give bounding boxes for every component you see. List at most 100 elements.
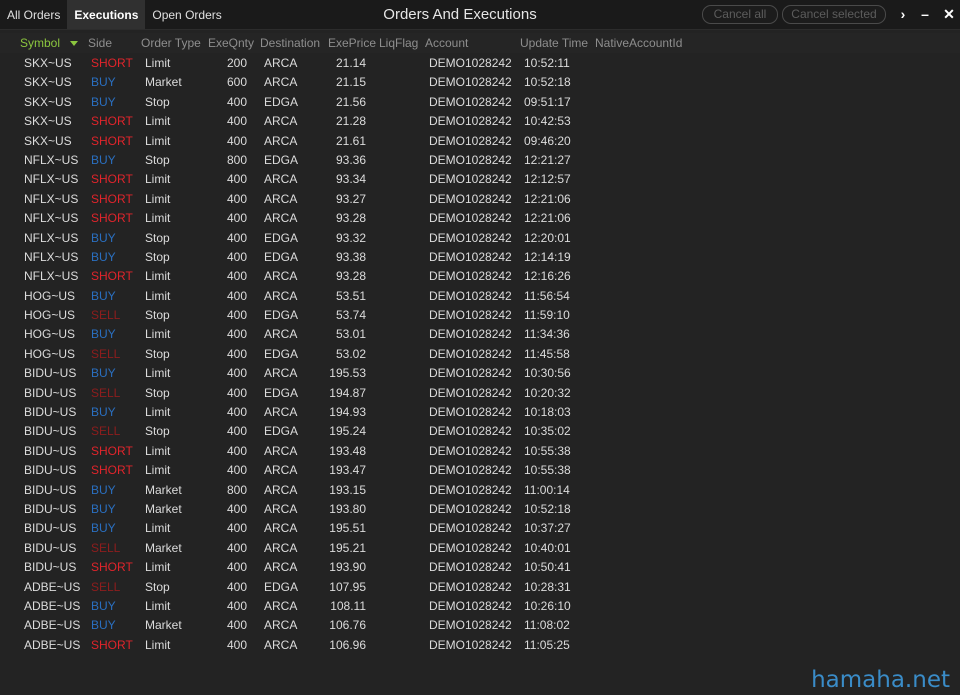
- table-row[interactable]: ADBE~US BUY Limit 400 ARCA 108.11 DEMO1028242 1…: [0, 597, 960, 616]
- cell-side: BUY: [91, 366, 116, 381]
- cell-symbol: NFLX~US: [24, 172, 79, 187]
- cell-side: BUY: [91, 482, 116, 497]
- cell-update-time: 12:16:26: [524, 269, 571, 284]
- column-header-native-account-id[interactable]: NativeAccountId: [595, 33, 682, 53]
- tab-executions[interactable]: Executions: [67, 0, 146, 29]
- table-row[interactable]: SKX~US BUY Market 600 ARCA 21.15 DEMO1028242 10…: [0, 73, 960, 92]
- table-row[interactable]: HOG~US SELL Stop 400 EDGA 53.02 DEMO1028242 11:…: [0, 345, 960, 364]
- table-row[interactable]: BIDU~US BUY Market 400 ARCA 193.80 DEMO1028242…: [0, 500, 960, 519]
- cancel-selected-button[interactable]: Cancel selected: [782, 5, 886, 24]
- cell-symbol: BIDU~US: [24, 405, 77, 420]
- column-header-account[interactable]: Account: [425, 33, 468, 53]
- cell-side: SHORT: [91, 443, 133, 458]
- tab-open-orders[interactable]: Open Orders: [145, 0, 228, 29]
- cell-liq-flag: [380, 287, 420, 306]
- cell-update-time: 09:46:20: [524, 133, 571, 148]
- cell-exe-qnty: 400: [226, 424, 247, 439]
- table-row[interactable]: SKX~US SHORT Limit 200 ARCA 21.14 DEMO1028242 1…: [0, 54, 960, 73]
- cell-exe-qnty: 400: [226, 443, 247, 458]
- cell-symbol: ADBE~US: [24, 637, 81, 652]
- column-header-side[interactable]: Side: [88, 33, 112, 53]
- cell-side: BUY: [91, 618, 116, 633]
- table-row[interactable]: NFLX~US SHORT Limit 400 ARCA 93.28 DEMO1028242…: [0, 267, 960, 286]
- column-header-exe-price[interactable]: ExePrice: [328, 33, 376, 53]
- table-row[interactable]: ADBE~US SELL Stop 400 EDGA 107.95 DEMO1028242 1…: [0, 578, 960, 597]
- table-row[interactable]: NFLX~US SHORT Limit 400 ARCA 93.34 DEMO1028242…: [0, 170, 960, 189]
- chevron-right-icon[interactable]: ›: [895, 4, 911, 24]
- cell-symbol: HOG~US: [24, 288, 76, 303]
- column-header-update-time[interactable]: Update Time: [520, 33, 588, 53]
- column-header-exe-qnty[interactable]: ExeQnty: [208, 33, 254, 53]
- column-header-liq-flag[interactable]: LiqFlag: [379, 33, 418, 53]
- table-row[interactable]: HOG~US BUY Limit 400 ARCA 53.01 DEMO1028242 11:…: [0, 325, 960, 344]
- cell-update-time: 10:42:53: [524, 114, 571, 129]
- cell-order-type: Limit: [145, 463, 171, 478]
- table-row[interactable]: BIDU~US BUY Limit 400 ARCA 195.53 DEMO1028242 1…: [0, 364, 960, 383]
- tab-all-orders[interactable]: All Orders: [0, 0, 67, 29]
- cell-symbol: SKX~US: [24, 94, 72, 109]
- cell-account: DEMO1028242: [429, 482, 512, 497]
- cell-order-type: Stop: [145, 230, 170, 245]
- cell-exe-price: 193.48: [329, 443, 366, 458]
- cell-symbol: BIDU~US: [24, 482, 77, 497]
- cell-exe-price: 53.74: [335, 308, 366, 323]
- cell-symbol: NFLX~US: [24, 269, 79, 284]
- cell-exe-qnty: 400: [226, 618, 247, 633]
- table-row[interactable]: NFLX~US BUY Stop 800 EDGA 93.36 DEMO1028242 12:…: [0, 151, 960, 170]
- table-row[interactable]: NFLX~US BUY Stop 400 EDGA 93.32 DEMO1028242 12:…: [0, 229, 960, 248]
- table-row[interactable]: BIDU~US BUY Market 800 ARCA 193.15 DEMO1028242…: [0, 481, 960, 500]
- table-row[interactable]: NFLX~US SHORT Limit 400 ARCA 93.28 DEMO1028242…: [0, 209, 960, 228]
- cell-exe-qnty: 400: [226, 191, 247, 206]
- cell-update-time: 11:56:54: [524, 288, 570, 303]
- cell-side: BUY: [91, 230, 116, 245]
- cell-exe-price: 195.21: [329, 540, 366, 555]
- cell-exe-price: 93.28: [335, 211, 366, 226]
- cancel-all-button[interactable]: Cancel all: [702, 5, 778, 24]
- table-row[interactable]: ADBE~US SHORT Limit 400 ARCA 106.96 DEMO102824…: [0, 636, 960, 655]
- close-icon[interactable]: ✕: [941, 4, 957, 24]
- cell-exe-price: 93.36: [335, 152, 366, 167]
- minimize-icon[interactable]: –: [917, 4, 933, 24]
- table-row[interactable]: NFLX~US SHORT Limit 400 ARCA 93.27 DEMO1028242…: [0, 190, 960, 209]
- column-header-symbol[interactable]: Symbol: [20, 33, 60, 53]
- cell-exe-price: 193.90: [329, 560, 366, 575]
- table-row[interactable]: BIDU~US SHORT Limit 400 ARCA 193.90 DEMO102824…: [0, 558, 960, 577]
- title-bar: All Orders Executions Open Orders Orders…: [0, 0, 960, 30]
- table-row[interactable]: BIDU~US SHORT Limit 400 ARCA 193.48 DEMO102824…: [0, 442, 960, 461]
- cell-side: SHORT: [91, 269, 133, 284]
- table-row[interactable]: SKX~US BUY Stop 400 EDGA 21.56 DEMO1028242 09:5…: [0, 93, 960, 112]
- table-row[interactable]: BIDU~US SELL Stop 400 EDGA 194.87 DEMO1028242 1…: [0, 384, 960, 403]
- column-header-destination[interactable]: Destination: [260, 33, 320, 53]
- table-row[interactable]: BIDU~US BUY Limit 400 ARCA 195.51 DEMO1028242 1…: [0, 519, 960, 538]
- cell-side: SHORT: [91, 172, 133, 187]
- cell-order-type: Stop: [145, 152, 170, 167]
- cell-liq-flag: [380, 306, 420, 325]
- table-row[interactable]: BIDU~US SELL Market 400 ARCA 195.21 DEMO102824…: [0, 539, 960, 558]
- cell-update-time: 10:28:31: [524, 579, 571, 594]
- cell-exe-price: 195.24: [329, 424, 366, 439]
- cell-order-type: Limit: [145, 133, 171, 148]
- cell-exe-qnty: 400: [226, 598, 247, 613]
- table-row[interactable]: HOG~US BUY Limit 400 ARCA 53.51 DEMO1028242 11:…: [0, 287, 960, 306]
- cell-update-time: 10:55:38: [524, 443, 571, 458]
- table-row[interactable]: BIDU~US SELL Stop 400 EDGA 195.24 DEMO1028242 1…: [0, 422, 960, 441]
- table-row[interactable]: HOG~US SELL Stop 400 EDGA 53.74 DEMO1028242 11:…: [0, 306, 960, 325]
- table-row[interactable]: BIDU~US BUY Limit 400 ARCA 194.93 DEMO1028242 1…: [0, 403, 960, 422]
- cell-account: DEMO1028242: [429, 405, 512, 420]
- table-row[interactable]: BIDU~US SHORT Limit 400 ARCA 193.47 DEMO102824…: [0, 461, 960, 480]
- table-row[interactable]: NFLX~US BUY Stop 400 EDGA 93.38 DEMO1028242 12:…: [0, 248, 960, 267]
- cell-exe-qnty: 400: [226, 521, 247, 536]
- cell-side: SELL: [91, 540, 121, 555]
- table-row[interactable]: SKX~US SHORT Limit 400 ARCA 21.28 DEMO1028242 1…: [0, 112, 960, 131]
- cell-exe-qnty: 400: [226, 230, 247, 245]
- table-row[interactable]: SKX~US SHORT Limit 400 ARCA 21.61 DEMO1028242 0…: [0, 132, 960, 151]
- cell-update-time: 12:12:57: [524, 172, 571, 187]
- sort-descending-icon[interactable]: [70, 41, 78, 46]
- cell-exe-qnty: 400: [226, 327, 247, 342]
- cell-exe-price: 194.87: [329, 385, 366, 400]
- table-row[interactable]: ADBE~US BUY Market 400 ARCA 106.76 DEMO1028242…: [0, 616, 960, 635]
- cell-account: DEMO1028242: [429, 152, 512, 167]
- cell-account: DEMO1028242: [429, 521, 512, 536]
- cell-exe-price: 93.27: [335, 191, 366, 206]
- column-header-order-type[interactable]: Order Type: [141, 33, 201, 53]
